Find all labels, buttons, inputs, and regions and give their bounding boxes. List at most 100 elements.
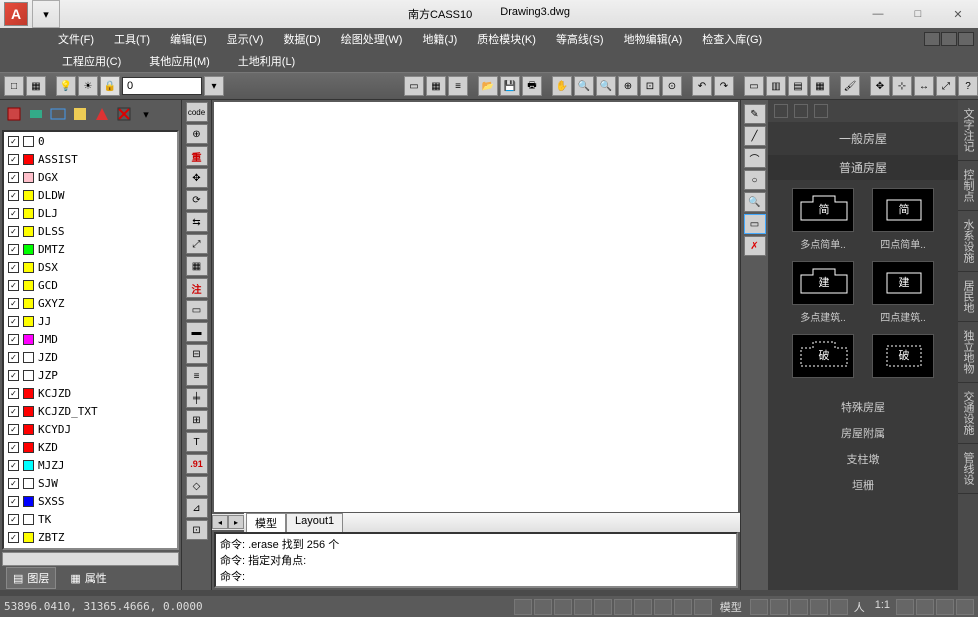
layer-color[interactable] bbox=[23, 406, 34, 417]
tool-zoomwin[interactable]: ⊡ bbox=[640, 76, 660, 96]
mt-b8[interactable]: ◇ bbox=[186, 476, 208, 496]
maximize-button[interactable]: □ bbox=[898, 0, 938, 28]
tool-redo[interactable]: ↷ bbox=[714, 76, 734, 96]
side-tab[interactable]: 水系设施 bbox=[958, 211, 978, 272]
side-tab[interactable]: 交通设施 bbox=[958, 383, 978, 444]
layer-row[interactable]: ✓ZBTZ bbox=[4, 528, 177, 546]
layer-check[interactable]: ✓ bbox=[8, 406, 19, 417]
mt-b4[interactable]: ≡ bbox=[186, 366, 208, 386]
mt-b5[interactable]: ╪ bbox=[186, 388, 208, 408]
layer-check[interactable]: ✓ bbox=[8, 514, 19, 525]
layer-row[interactable]: ✓DLDW bbox=[4, 186, 177, 204]
menu-item[interactable]: 数据(D) bbox=[273, 31, 330, 47]
layer-check[interactable]: ✓ bbox=[8, 442, 19, 453]
layer-check[interactable]: ✓ bbox=[8, 136, 19, 147]
sb-scale[interactable]: 1:1 bbox=[871, 599, 894, 615]
layer-row[interactable]: ✓GXYZ bbox=[4, 294, 177, 312]
mt-code[interactable]: code bbox=[186, 102, 208, 122]
layer-check[interactable]: ✓ bbox=[8, 154, 19, 165]
layer-check[interactable]: ✓ bbox=[8, 532, 19, 543]
sb-9[interactable] bbox=[674, 599, 692, 615]
category-item[interactable]: 垣栅 bbox=[768, 472, 958, 498]
mt-b3[interactable]: ⊟ bbox=[186, 344, 208, 364]
tab-model[interactable]: 模型 bbox=[246, 513, 286, 532]
layer-check[interactable]: ✓ bbox=[8, 478, 19, 489]
menu-item[interactable]: 显示(V) bbox=[217, 31, 274, 47]
layer-row[interactable]: ✓SJW bbox=[4, 474, 177, 492]
tool-open[interactable]: 📂 bbox=[478, 76, 498, 96]
close-button[interactable]: ✕ bbox=[938, 0, 978, 28]
palette-item[interactable]: 破 bbox=[788, 334, 858, 382]
layer-row[interactable]: ✓MJZJ bbox=[4, 456, 177, 474]
layer-row[interactable]: ✓KCYDJ bbox=[4, 420, 177, 438]
mt-num[interactable]: .91 bbox=[186, 454, 208, 474]
palette-item[interactable]: 简四点简单.. bbox=[868, 188, 938, 251]
mt-b6[interactable]: ⊞ bbox=[186, 410, 208, 430]
layer-dropdown[interactable]: 0 bbox=[122, 77, 202, 95]
side-tab[interactable]: 管线设 bbox=[958, 444, 978, 494]
layer-check[interactable]: ✓ bbox=[8, 388, 19, 399]
layer-color[interactable] bbox=[23, 190, 34, 201]
menu-item[interactable]: 其他应用(M) bbox=[135, 53, 224, 69]
layer-tool-2[interactable] bbox=[26, 104, 46, 124]
layer-check[interactable]: ✓ bbox=[8, 208, 19, 219]
layer-check[interactable]: ✓ bbox=[8, 226, 19, 237]
layer-row[interactable]: ✓JMD bbox=[4, 330, 177, 348]
layer-row[interactable]: ✓TK bbox=[4, 510, 177, 528]
tool-undo[interactable]: ↶ bbox=[692, 76, 712, 96]
rt-del[interactable]: ✗ bbox=[744, 236, 766, 256]
tool-v1[interactable]: ▭ bbox=[744, 76, 764, 96]
sb-19[interactable] bbox=[956, 599, 974, 615]
layer-list[interactable]: ✓0✓ASSIST✓DGX✓DLDW✓DLJ✓DLSS✓DMTZ✓DSX✓GCD… bbox=[2, 130, 179, 550]
palette-item[interactable]: 建四点建筑.. bbox=[868, 261, 938, 324]
layer-color[interactable] bbox=[23, 208, 34, 219]
sb-4[interactable] bbox=[574, 599, 592, 615]
layer-check[interactable]: ✓ bbox=[8, 244, 19, 255]
mdi-min[interactable] bbox=[924, 32, 940, 46]
layer-row[interactable]: ✓DLJ bbox=[4, 204, 177, 222]
mdi-close[interactable] bbox=[958, 32, 974, 46]
layer-color[interactable] bbox=[23, 370, 34, 381]
layer-row[interactable]: ✓KZD bbox=[4, 438, 177, 456]
layer-color[interactable] bbox=[23, 460, 34, 471]
layer-color[interactable] bbox=[23, 298, 34, 309]
tool-align[interactable]: ≡ bbox=[448, 76, 468, 96]
sb-model[interactable]: 模型 bbox=[714, 599, 748, 615]
layer-color[interactable] bbox=[23, 478, 34, 489]
layer-check[interactable]: ✓ bbox=[8, 316, 19, 327]
sb-1[interactable] bbox=[514, 599, 532, 615]
tab-prev[interactable]: ◂ bbox=[212, 515, 228, 529]
rp-subtitle[interactable]: 普通房屋 bbox=[768, 155, 958, 180]
tool-new[interactable]: □ bbox=[4, 76, 24, 96]
side-tab[interactable]: 文字注记 bbox=[958, 100, 978, 161]
mt-b9[interactable]: ⊿ bbox=[186, 498, 208, 518]
tab-layers[interactable]: ▤图层 bbox=[6, 567, 56, 589]
tool-brush[interactable]: 🖌 bbox=[840, 76, 860, 96]
layer-tool-4[interactable] bbox=[70, 104, 90, 124]
tool-help[interactable]: ? bbox=[958, 76, 978, 96]
mt-sc[interactable]: ⤢ bbox=[186, 234, 208, 254]
menu-item[interactable]: 绘图处理(W) bbox=[331, 31, 413, 47]
sb-15[interactable] bbox=[830, 599, 848, 615]
category-item[interactable]: 特殊房屋 bbox=[768, 394, 958, 420]
layer-check[interactable]: ✓ bbox=[8, 280, 19, 291]
tool-rect[interactable]: ▭ bbox=[404, 76, 424, 96]
tool-zoomall[interactable]: ⊙ bbox=[662, 76, 682, 96]
layer-color[interactable] bbox=[23, 244, 34, 255]
tool-zoomout[interactable]: 🔍 bbox=[596, 76, 616, 96]
menu-item[interactable]: 检查入库(G) bbox=[692, 31, 772, 47]
layer-row[interactable]: ✓0 bbox=[4, 132, 177, 150]
layer-color[interactable] bbox=[23, 514, 34, 525]
layer-check[interactable]: ✓ bbox=[8, 460, 19, 471]
mt-mir[interactable]: ⇆ bbox=[186, 212, 208, 232]
layer-color[interactable] bbox=[23, 280, 34, 291]
layer-row[interactable]: ✓KCJZD_TXT bbox=[4, 402, 177, 420]
menu-item[interactable]: 质检模块(K) bbox=[467, 31, 546, 47]
sb-5[interactable] bbox=[594, 599, 612, 615]
layer-color[interactable] bbox=[23, 262, 34, 273]
tool-sun[interactable]: ☀ bbox=[78, 76, 98, 96]
mt-rot[interactable]: ⟳ bbox=[186, 190, 208, 210]
palette-item[interactable]: 破 bbox=[868, 334, 938, 382]
sb-16[interactable] bbox=[896, 599, 914, 615]
palette-item[interactable]: 简多点简单.. bbox=[788, 188, 858, 251]
